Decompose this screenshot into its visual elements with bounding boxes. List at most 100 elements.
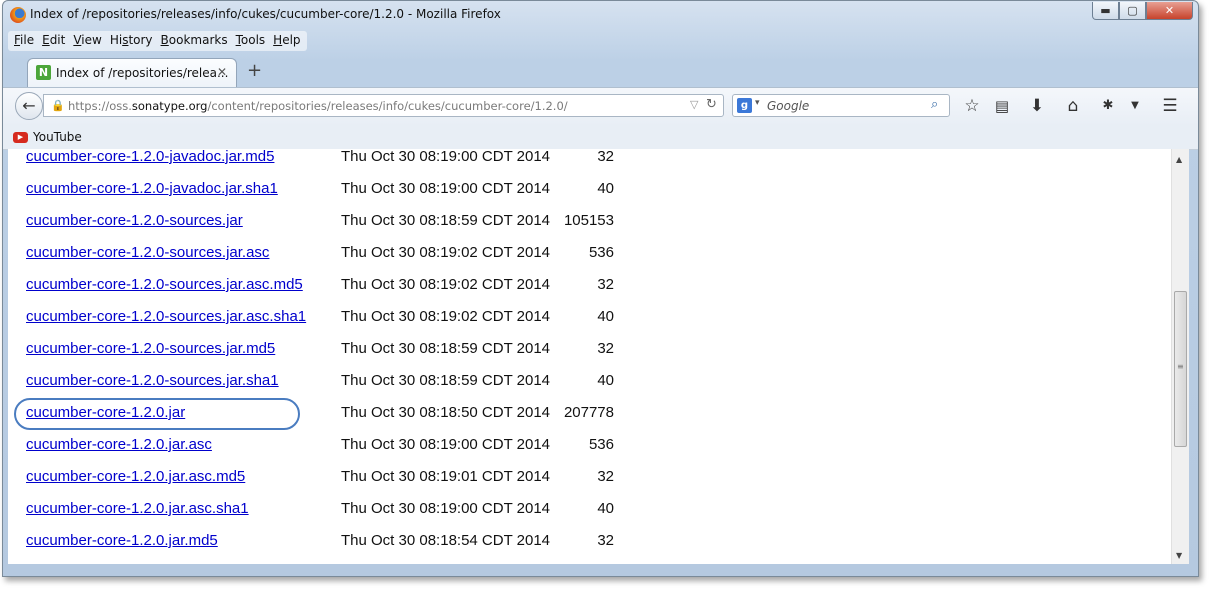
tab-close-icon[interactable]: ✕ bbox=[217, 65, 227, 79]
menu-bookmarks[interactable]: Bookmarks bbox=[157, 31, 232, 51]
reload-icon[interactable]: ↻ bbox=[706, 97, 717, 112]
search-input[interactable] bbox=[767, 97, 927, 114]
file-row: cucumber-core-1.2.0-sources.jar.sha1 Thu … bbox=[8, 372, 708, 404]
file-row: cucumber-core-1.2.0.jar.asc Thu Oct 30 08… bbox=[8, 436, 708, 468]
file-link[interactable]: cucumber-core-1.2.0-sources.jar bbox=[26, 212, 243, 229]
file-link[interactable]: cucumber-core-1.2.0-sources.jar.md5 bbox=[26, 340, 275, 357]
menu-help[interactable]: Help bbox=[269, 31, 304, 51]
directory-listing: cucumber-core-1.2.0-javadoc.jar.md5 Thu O… bbox=[8, 149, 1171, 564]
search-box[interactable]: g ▾ ⌕ bbox=[732, 94, 950, 117]
file-size: 105153 bbox=[563, 212, 614, 229]
vertical-scrollbar[interactable]: ▲ ≡ ▼ bbox=[1171, 149, 1189, 564]
file-size: 32 bbox=[597, 276, 614, 293]
file-date: Thu Oct 30 08:19:02 CDT 2014 bbox=[341, 244, 551, 261]
file-size: 536 bbox=[588, 436, 614, 453]
file-row: cucumber-core-1.2.0.jar.asc.sha1 Thu Oct … bbox=[8, 500, 708, 532]
file-size: 32 bbox=[597, 340, 614, 357]
search-go-icon[interactable]: ⌕ bbox=[931, 97, 938, 112]
file-date: Thu Oct 30 08:18:54 CDT 2014 bbox=[341, 532, 551, 549]
bookmark-star-icon[interactable]: ☆ bbox=[961, 96, 983, 116]
file-date: Thu Oct 30 08:19:00 CDT 2014 bbox=[341, 180, 551, 197]
file-link[interactable]: cucumber-core-1.2.0-javadoc.jar.sha1 bbox=[26, 180, 278, 197]
file-date: Thu Oct 30 08:19:01 CDT 2014 bbox=[341, 468, 551, 485]
url-text[interactable]: https://oss.sonatype.org/content/reposit… bbox=[68, 99, 568, 113]
file-link[interactable]: cucumber-core-1.2.0-sources.jar.sha1 bbox=[26, 372, 279, 389]
file-row: cucumber-core-1.2.0-sources.jar.md5 Thu O… bbox=[8, 340, 708, 372]
file-date: Thu Oct 30 08:19:00 CDT 2014 bbox=[341, 436, 551, 453]
file-size: 536 bbox=[588, 244, 614, 261]
back-arrow-icon[interactable]: ← bbox=[15, 92, 43, 120]
file-size: 32 bbox=[597, 468, 614, 485]
download-icon[interactable]: ⬇ bbox=[1026, 96, 1048, 116]
file-link[interactable]: cucumber-core-1.2.0.jar bbox=[26, 404, 185, 421]
scroll-down-icon[interactable]: ▼ bbox=[1176, 551, 1182, 560]
file-row: cucumber-core-1.2.0-javadoc.jar.sha1 Thu … bbox=[8, 180, 708, 212]
window-title: Index of /repositories/releases/info/cuk… bbox=[30, 7, 501, 21]
file-link[interactable]: cucumber-core-1.2.0.jar.md5 bbox=[26, 532, 218, 549]
youtube-icon: ▶ bbox=[13, 132, 28, 143]
tab-bar: N Index of /repositories/relea... ✕ + bbox=[3, 55, 1198, 87]
file-row: cucumber-core-1.2.0.jar.asc.md5 Thu Oct 3… bbox=[8, 468, 708, 500]
overflow-chevron-icon[interactable]: ▼ bbox=[1124, 96, 1146, 116]
navigation-toolbar: ← 🔒 https://oss.sonatype.org/content/rep… bbox=[3, 87, 1198, 126]
addon-icon[interactable]: ✱ bbox=[1097, 96, 1119, 116]
file-date: Thu Oct 30 08:19:02 CDT 2014 bbox=[341, 276, 551, 293]
file-row: cucumber-core-1.2.0-javadoc.jar.md5 Thu O… bbox=[8, 149, 708, 180]
file-size: 207778 bbox=[563, 404, 614, 421]
file-date: Thu Oct 30 08:18:50 CDT 2014 bbox=[341, 404, 551, 421]
file-date: Thu Oct 30 08:19:00 CDT 2014 bbox=[341, 149, 551, 165]
file-date: Thu Oct 30 08:18:59 CDT 2014 bbox=[341, 372, 551, 389]
file-date: Thu Oct 30 08:19:00 CDT 2014 bbox=[341, 500, 551, 517]
file-size: 40 bbox=[597, 500, 614, 517]
scroll-up-icon[interactable]: ▲ bbox=[1176, 155, 1182, 164]
menu-bar: File Edit View History Bookmarks Tools H… bbox=[8, 31, 307, 51]
hamburger-menu-icon[interactable]: ☰ bbox=[1159, 96, 1181, 116]
engine-dropdown-icon[interactable]: ▾ bbox=[755, 98, 760, 108]
file-date: Thu Oct 30 08:18:59 CDT 2014 bbox=[341, 340, 551, 357]
maximize-button[interactable]: ▢ bbox=[1119, 2, 1146, 20]
url-dropdown-icon[interactable]: ▽ bbox=[690, 98, 698, 111]
file-link[interactable]: cucumber-core-1.2.0-sources.jar.asc.md5 bbox=[26, 276, 303, 293]
file-row: cucumber-core-1.2.0-sources.jar.asc.sha1… bbox=[8, 308, 708, 340]
firefox-logo-icon bbox=[10, 7, 26, 23]
close-button[interactable]: ✕ bbox=[1146, 2, 1193, 20]
nexus-favicon-icon: N bbox=[36, 65, 51, 80]
file-link[interactable]: cucumber-core-1.2.0-sources.jar.asc bbox=[26, 244, 269, 261]
menu-tools[interactable]: Tools bbox=[232, 31, 270, 51]
file-link[interactable]: cucumber-core-1.2.0-sources.jar.asc.sha1 bbox=[26, 308, 306, 325]
bookmarks-toolbar: ▶ YouTube bbox=[3, 125, 1198, 150]
file-row: cucumber-core-1.2.0-sources.jar.asc Thu O… bbox=[8, 244, 708, 276]
file-link[interactable]: cucumber-core-1.2.0.jar.asc.sha1 bbox=[26, 500, 249, 517]
grip-icon: ≡ bbox=[1177, 362, 1184, 371]
file-row: cucumber-core-1.2.0.jar.md5 Thu Oct 30 08… bbox=[8, 532, 708, 564]
file-row: cucumber-core-1.2.0-sources.jar Thu Oct 3… bbox=[8, 212, 708, 244]
minimize-button[interactable]: ▬ bbox=[1092, 2, 1119, 20]
home-icon[interactable]: ⌂ bbox=[1062, 96, 1084, 116]
title-bar: Index of /repositories/releases/info/cuk… bbox=[3, 1, 1198, 29]
menu-history[interactable]: History bbox=[106, 31, 157, 51]
file-size: 40 bbox=[597, 180, 614, 197]
menu-view[interactable]: View bbox=[69, 31, 105, 51]
file-row: cucumber-core-1.2.0.jar Thu Oct 30 08:18:… bbox=[8, 404, 708, 436]
file-row: cucumber-core-1.2.0-sources.jar.asc.md5 T… bbox=[8, 276, 708, 308]
reading-list-icon[interactable]: ▤ bbox=[991, 96, 1013, 116]
file-link[interactable]: cucumber-core-1.2.0.jar.asc bbox=[26, 436, 212, 453]
file-link[interactable]: cucumber-core-1.2.0-javadoc.jar.md5 bbox=[26, 149, 274, 165]
file-link[interactable]: cucumber-core-1.2.0.jar.asc.md5 bbox=[26, 468, 245, 485]
google-engine-icon[interactable]: g bbox=[737, 98, 752, 113]
menu-edit[interactable]: Edit bbox=[38, 31, 69, 51]
file-size: 40 bbox=[597, 308, 614, 325]
scrollbar-thumb[interactable]: ≡ bbox=[1174, 291, 1187, 447]
menu-file[interactable]: File bbox=[10, 31, 38, 51]
lock-icon[interactable]: 🔒 bbox=[51, 99, 65, 112]
bookmark-youtube[interactable]: YouTube bbox=[33, 130, 82, 144]
file-date: Thu Oct 30 08:19:02 CDT 2014 bbox=[341, 308, 551, 325]
file-size: 32 bbox=[597, 532, 614, 549]
file-date: Thu Oct 30 08:18:59 CDT 2014 bbox=[341, 212, 551, 229]
tab-active[interactable]: N Index of /repositories/relea... ✕ bbox=[27, 58, 237, 87]
new-tab-icon[interactable]: + bbox=[247, 62, 262, 80]
file-size: 40 bbox=[597, 372, 614, 389]
tab-title: Index of /repositories/relea... bbox=[56, 66, 229, 80]
file-size: 32 bbox=[597, 149, 614, 165]
url-bar[interactable]: 🔒 https://oss.sonatype.org/content/repos… bbox=[43, 94, 724, 117]
